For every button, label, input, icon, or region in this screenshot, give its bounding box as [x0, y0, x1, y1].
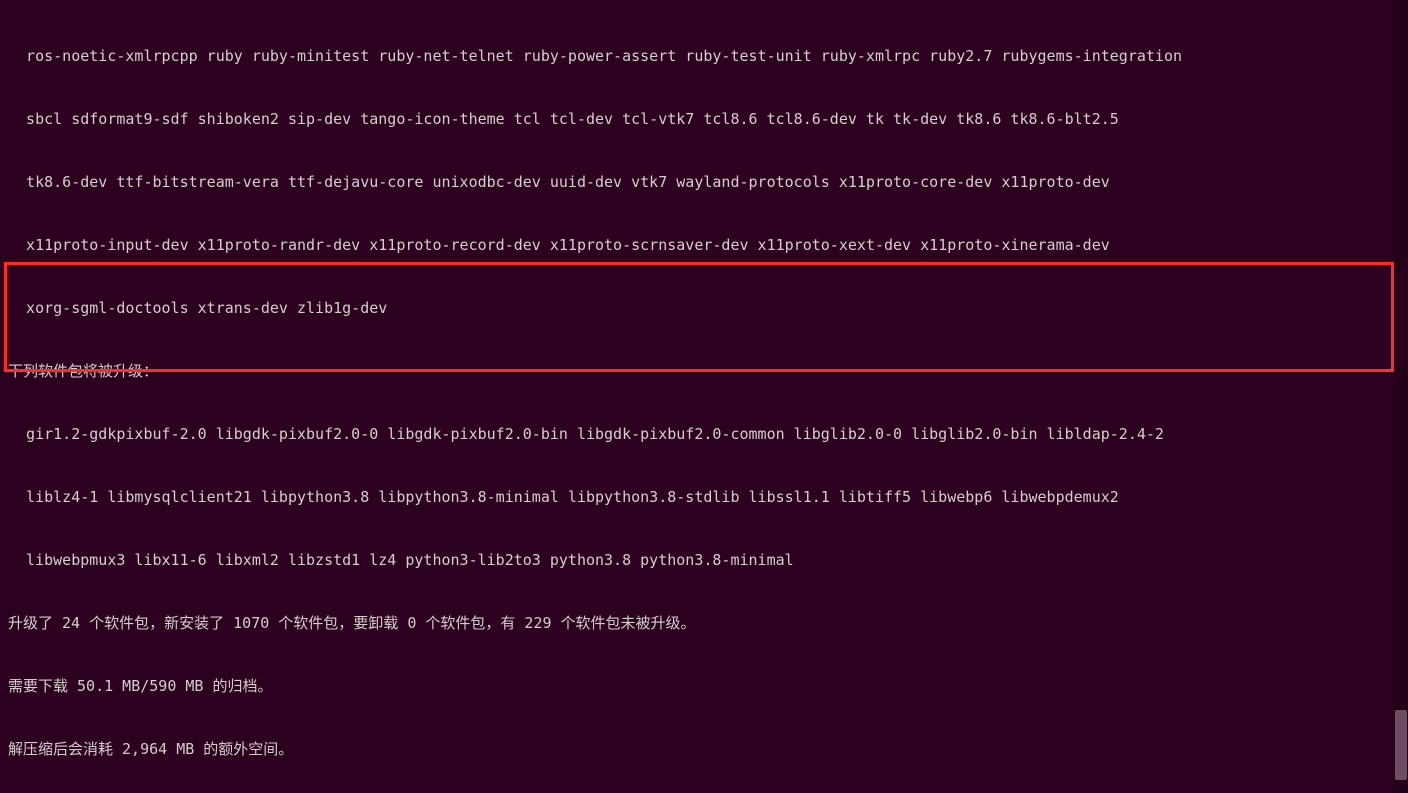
scrollbar-thumb[interactable] [1395, 710, 1407, 780]
output-line: 需要下载 50.1 MB/590 MB 的归档。 [8, 676, 1400, 697]
output-line: x11proto-input-dev x11proto-randr-dev x1… [8, 235, 1400, 256]
output-line: tk8.6-dev ttf-bitstream-vera ttf-dejavu-… [8, 172, 1400, 193]
output-line: liblz4-1 libmysqlclient21 libpython3.8 l… [8, 487, 1400, 508]
output-line: 下列软件包将被升级： [8, 361, 1400, 382]
output-line: ros-noetic-xmlrpcpp ruby ruby-minitest r… [8, 46, 1400, 67]
output-line: gir1.2-gdkpixbuf-2.0 libgdk-pixbuf2.0-0 … [8, 424, 1400, 445]
terminal-window[interactable]: ros-noetic-xmlrpcpp ruby ruby-minitest r… [0, 0, 1408, 793]
output-line: 升级了 24 个软件包，新安装了 1070 个软件包，要卸载 0 个软件包，有 … [8, 613, 1400, 634]
output-line: sbcl sdformat9-sdf shiboken2 sip-dev tan… [8, 109, 1400, 130]
output-line: libwebpmux3 libx11-6 libxml2 libzstd1 lz… [8, 550, 1400, 571]
output-line: 解压缩后会消耗 2,964 MB 的额外空间。 [8, 739, 1400, 760]
scrollbar-track[interactable] [1394, 0, 1408, 793]
output-line: xorg-sgml-doctools xtrans-dev zlib1g-dev [8, 298, 1400, 319]
